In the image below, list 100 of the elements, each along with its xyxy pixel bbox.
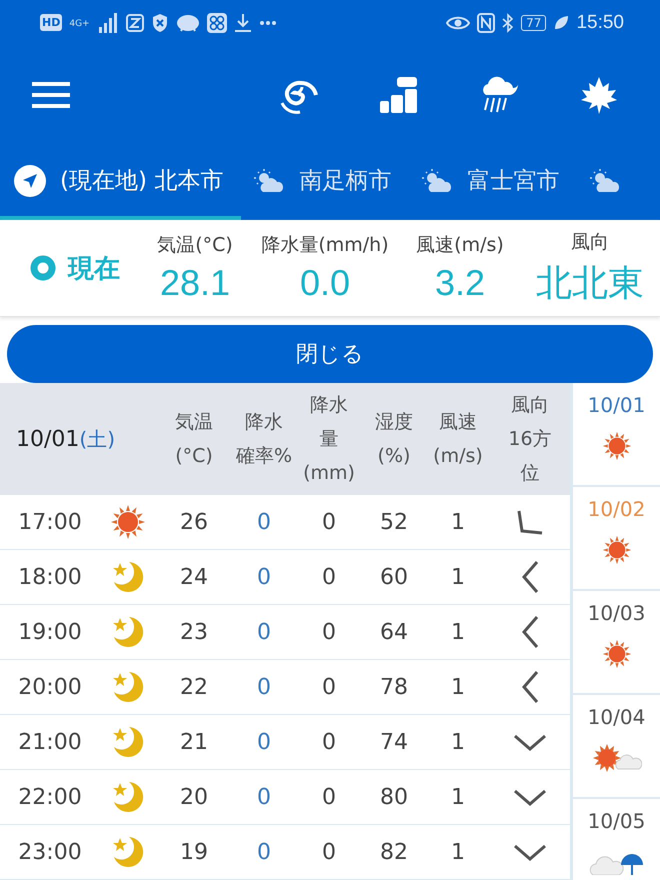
down-chevron-icon	[513, 732, 547, 752]
temperature-cell-text: 21	[179, 730, 209, 754]
temperature-cell-text: 22	[179, 674, 209, 700]
rainfall-cell-text: 0	[321, 730, 337, 754]
day-item[interactable]: 10/05	[573, 799, 660, 880]
humidity-cell-text: 80	[379, 784, 409, 810]
wind-speed-cell-text: 1	[450, 840, 466, 864]
reading-value: 北北東	[536, 260, 644, 304]
sun-cloud-icon	[253, 168, 286, 192]
temperature-cell-text: 23	[179, 620, 209, 644]
sun-cloud-icon	[421, 168, 454, 192]
reading-heading: 降水量(mm/h)	[261, 233, 389, 258]
column-header: 風速	[439, 410, 477, 435]
column-header: 降水	[310, 393, 348, 418]
grid-icon	[206, 12, 227, 32]
day-item[interactable]: 10/01	[573, 383, 660, 487]
time-cell-text: 23:00	[17, 840, 83, 864]
column-header: 確率%	[236, 444, 292, 469]
eye-icon	[446, 14, 470, 30]
wind-speed-cell-text: 1	[450, 620, 466, 644]
probability-cell-text: 0	[256, 840, 272, 864]
probability-cell-text: 0	[256, 674, 272, 700]
wind-speed-cell-text: 1	[450, 730, 466, 754]
temperature-cell-text: 20	[179, 784, 209, 810]
clock: 15:50	[576, 12, 624, 34]
navigation-icon	[14, 164, 46, 196]
moon-icon	[111, 670, 145, 704]
humidity-cell-text: 64	[379, 620, 409, 644]
rainfall-cell-text: 0	[321, 784, 337, 810]
sun-icon	[602, 431, 632, 461]
time-cell-text: 21:00	[17, 730, 83, 754]
moon-icon	[111, 560, 145, 594]
reading-value: 0.0	[300, 262, 350, 304]
moon-icon	[111, 615, 145, 649]
reading-value: 28.1	[160, 262, 230, 304]
time-cell-text: 18:00	[17, 564, 83, 590]
sun-icon	[602, 535, 632, 565]
probability-cell-text: 0	[256, 620, 272, 644]
bluetooth-icon	[502, 12, 514, 32]
menu-icon[interactable]	[32, 82, 70, 108]
column-header: (%)	[378, 444, 410, 469]
column-header: 降水	[245, 410, 283, 435]
sun-cloud-icon	[592, 743, 642, 773]
wind-speed-cell-text: 1	[450, 564, 466, 590]
location-tab[interactable]: 富士宮市	[409, 145, 578, 220]
reading-heading: 風速(m/s)	[416, 233, 504, 258]
probability-cell-text: 0	[256, 730, 272, 754]
column-header: (mm)	[303, 461, 355, 486]
column-header: (m/s)	[433, 444, 483, 469]
day-item[interactable]: 10/04	[573, 695, 660, 799]
temperature-cell-text: 26	[179, 510, 209, 534]
rainfall-cell-text: 0	[321, 510, 337, 534]
download-icon	[234, 12, 252, 32]
column-header: 気温	[175, 410, 213, 435]
time-cell-text: 17:00	[17, 510, 83, 534]
probability-cell-text: 0	[256, 510, 272, 534]
left-chevron-icon	[520, 560, 540, 594]
nfc-icon	[477, 12, 496, 32]
temperature-cell-text: 19	[179, 840, 209, 864]
temperature-cell-text: 24	[179, 564, 209, 590]
left-chevron-icon	[520, 615, 540, 649]
more-icon	[258, 20, 277, 26]
sun-icon	[602, 639, 632, 669]
app-icon	[126, 14, 144, 32]
probability-cell-text: 0	[256, 564, 272, 590]
rainfall-cell-text: 0	[321, 840, 337, 864]
column-header: 量	[320, 427, 338, 452]
hd-badge: HD	[40, 14, 62, 31]
shield-icon	[150, 12, 169, 32]
rain-cloud-icon[interactable]	[480, 75, 518, 115]
network-label: 4G+	[69, 18, 90, 28]
rainfall-cell-text: 0	[321, 564, 337, 590]
sun-cloud-icon	[589, 168, 622, 192]
time-cell-text: 19:00	[17, 620, 83, 644]
time-cell-text: 20:00	[17, 674, 83, 700]
location-tab[interactable]: (現在地) 北本市	[0, 145, 242, 220]
moon-icon	[111, 835, 145, 869]
moon-icon	[111, 725, 145, 759]
reading-value: 3.2	[434, 262, 486, 304]
weekday: (土)	[79, 426, 116, 452]
left-chevron-icon	[520, 670, 540, 704]
moon-icon	[111, 780, 145, 814]
column-header: 位	[520, 461, 540, 486]
humidity-cell-text: 82	[379, 840, 409, 864]
sun-icon	[110, 504, 146, 540]
reading-heading: 気温(°C)	[157, 233, 233, 258]
blocks-icon[interactable]	[380, 77, 418, 113]
day-item[interactable]: 10/03	[573, 591, 660, 695]
wind-speed-cell-text: 1	[450, 784, 466, 810]
location-tab[interactable]: 南足柄市	[241, 145, 410, 220]
humidity-cell-text: 60	[379, 564, 409, 590]
humidity-cell-text: 52	[379, 510, 409, 534]
column-header: 16方	[508, 427, 552, 452]
reading-heading: 風向	[571, 230, 609, 254]
probability-cell-text: 0	[256, 784, 272, 810]
wind-speed-cell-text: 1	[450, 674, 466, 700]
down-chevron-icon	[513, 842, 547, 862]
column-header: 湿度	[375, 410, 413, 435]
wind-speed-cell-text: 1	[450, 510, 466, 534]
close-button[interactable]: 閉じる	[7, 325, 653, 383]
